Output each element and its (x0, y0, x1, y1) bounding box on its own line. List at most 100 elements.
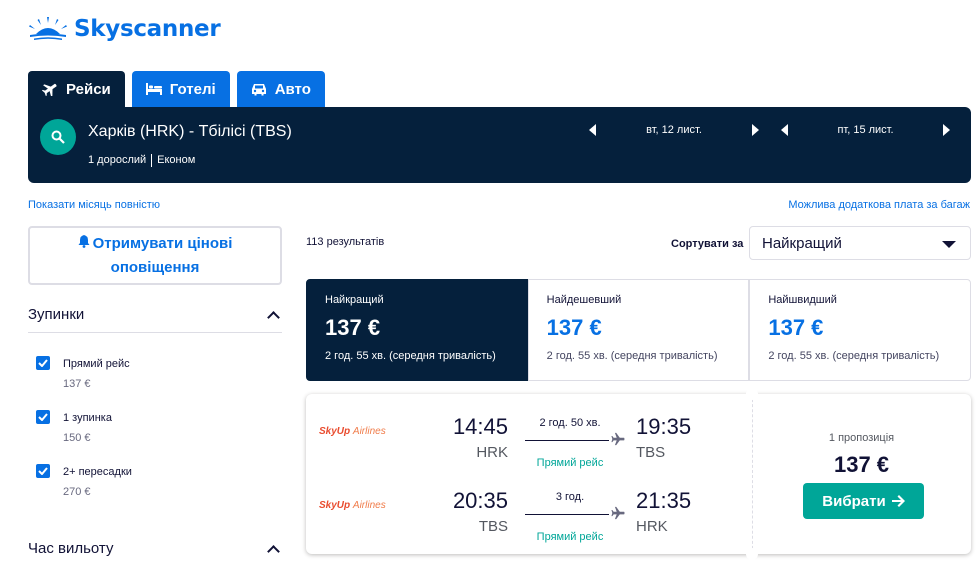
departure-time-filter-header[interactable]: Час вильоту (28, 540, 282, 558)
price-alert-line1: Отримувати цінові (92, 234, 233, 252)
depart-date[interactable]: вт, 12 лист. (596, 124, 752, 136)
tab-hotels-label: Готелі (169, 80, 216, 98)
departure-time: 14:45 (452, 414, 508, 439)
stop-option-price: 137 € (63, 378, 91, 390)
sunrise-logo-icon (29, 17, 67, 40)
tab-flights[interactable]: Рейси (28, 71, 125, 107)
sort-select[interactable]: Найкращий (749, 226, 971, 260)
sort-tab-price: 137 € (768, 315, 824, 340)
stop-option-price: 270 € (63, 486, 91, 498)
caret-down-icon (942, 241, 956, 248)
outbound-leg: SkyUp Airlines 14:45 HRK 2 год. 50 хв. П… (306, 404, 752, 469)
sort-tab-duration: 2 год. 55 хв. (середня тривалість) (546, 350, 718, 362)
stop-option-one-stop: 1 зупинка 150 € (36, 410, 276, 450)
show-whole-month-link[interactable]: Показати місяць повністю (28, 199, 160, 211)
sort-tab-price: 137 € (325, 315, 381, 340)
flight-result-card[interactable]: SkyUp Airlines 14:45 HRK 2 год. 50 хв. П… (306, 388, 971, 560)
direct-checkbox[interactable] (36, 356, 50, 370)
airline-logo: SkyUp Airlines (319, 426, 386, 437)
return-date[interactable]: пт, 15 лист. (788, 124, 943, 136)
cabin-text: Економ (157, 154, 196, 166)
checkmark-icon (38, 359, 48, 367)
chevron-up-icon[interactable] (267, 544, 280, 558)
sort-tabs: Найкращий 137 € 2 год. 55 хв. (середня т… (306, 279, 972, 381)
tab-cars-label: Авто (274, 80, 311, 98)
car-icon (251, 83, 266, 95)
sort-tab-duration: 2 год. 55 хв. (середня тривалість) (768, 350, 940, 362)
return-date-nav: пт, 15 лист. (781, 124, 950, 136)
arrow-right-icon (891, 495, 905, 507)
chevron-up-icon[interactable] (267, 310, 280, 324)
sort-tab-title: Найшвидший (768, 294, 837, 306)
two-plus-checkbox[interactable] (36, 464, 50, 478)
stop-option-price: 150 € (63, 432, 91, 444)
select-flight-button[interactable]: Вибрати (803, 483, 924, 519)
departure-airport: TBS (478, 518, 508, 535)
offer-panel: 1 пропозиція 137 € Вибрати (752, 394, 971, 554)
next-return-date-button[interactable] (943, 124, 950, 136)
brand-name: Skyscanner (74, 16, 221, 42)
divider (28, 332, 282, 333)
prev-return-date-button[interactable] (781, 124, 788, 136)
route-line (525, 514, 609, 515)
sort-label: Сортувати за (671, 238, 744, 250)
search-icon (51, 130, 65, 144)
one-stop-checkbox[interactable] (36, 410, 50, 424)
offer-price: 137 € (833, 452, 890, 477)
offers-count: 1 пропозиція (828, 432, 895, 444)
divider (151, 154, 153, 167)
checkmark-icon (38, 413, 48, 421)
depart-date-nav: вт, 12 лист. (589, 124, 759, 136)
stops-info: Прямий рейс (536, 531, 604, 543)
price-alert-button[interactable]: Отримувати цінові оповіщення (28, 226, 282, 285)
airline-logo: SkyUp Airlines (319, 500, 386, 511)
next-depart-date-button[interactable] (752, 124, 759, 136)
sort-tab-title: Найкращий (325, 294, 384, 306)
route-line (525, 440, 609, 441)
checkmark-icon (38, 467, 48, 475)
passenger-cabin-info: 1 дорослий Економ (88, 154, 195, 167)
stops-info: Прямий рейс (536, 457, 604, 469)
sort-tab-title: Найдешевший (546, 294, 622, 306)
sort-select-value: Найкращий (762, 234, 842, 252)
select-flight-label: Вибрати (822, 492, 886, 510)
baggage-fees-link[interactable]: Можлива додаткова плата за багаж (788, 199, 970, 211)
arrival-time: 19:35 (636, 414, 692, 439)
flight-duration: 2 год. 50 хв. (539, 417, 601, 429)
tab-flights-label: Рейси (66, 80, 111, 98)
skyscanner-logo[interactable]: Skyscanner (28, 16, 221, 42)
edit-search-button[interactable] (40, 119, 76, 155)
flight-duration: 3 год. (555, 491, 585, 503)
return-leg: SkyUp Airlines 20:35 TBS 3 год. Прямий р… (306, 478, 752, 543)
stops-filter-title: Зупинки (28, 306, 85, 323)
stop-option-label[interactable]: 2+ пересадки (63, 466, 132, 478)
departure-time-filter-title: Час вильоту (28, 540, 114, 557)
plane-icon (611, 432, 625, 446)
departure-time: 20:35 (452, 488, 508, 513)
price-alert-line2: оповіщення (110, 258, 200, 276)
arrival-airport: HRK (636, 518, 668, 535)
plane-icon (42, 83, 57, 96)
search-summary-bar: Харків (HRK) - Тбілісі (TBS) 1 дорослий … (28, 107, 971, 183)
stop-option-direct: Прямий рейс 137 € (36, 356, 276, 396)
prev-depart-date-button[interactable] (589, 124, 596, 136)
stop-option-label[interactable]: Прямий рейс (63, 358, 130, 370)
stop-option-label[interactable]: 1 зупинка (63, 412, 112, 424)
stops-filter-header[interactable]: Зупинки (28, 306, 282, 324)
stop-option-two-plus: 2+ пересадки 270 € (36, 464, 276, 504)
bell-icon (78, 234, 90, 248)
sort-tab-fastest[interactable]: Найшвидший 137 € 2 год. 55 хв. (середня … (749, 279, 972, 381)
vertical-tabs: Рейси Готелі Авто (28, 71, 325, 107)
sort-tab-cheapest[interactable]: Найдешевший 137 € 2 год. 55 хв. (середня… (527, 279, 750, 381)
passengers-text: 1 дорослий (88, 154, 147, 166)
arrival-time: 21:35 (636, 488, 692, 513)
route-text[interactable]: Харків (HRK) - Тбілісі (TBS) (88, 123, 292, 141)
arrival-airport: TBS (636, 444, 666, 461)
tab-hotels[interactable]: Готелі (131, 71, 230, 107)
plane-icon (611, 506, 625, 520)
departure-airport: HRK (476, 444, 508, 461)
results-count: 113 результатів (306, 236, 385, 248)
sort-tab-best[interactable]: Найкращий 137 € 2 год. 55 хв. (середня т… (306, 279, 528, 381)
tab-cars[interactable]: Авто (236, 71, 325, 107)
sort-tab-duration: 2 год. 55 хв. (середня тривалість) (325, 350, 496, 362)
